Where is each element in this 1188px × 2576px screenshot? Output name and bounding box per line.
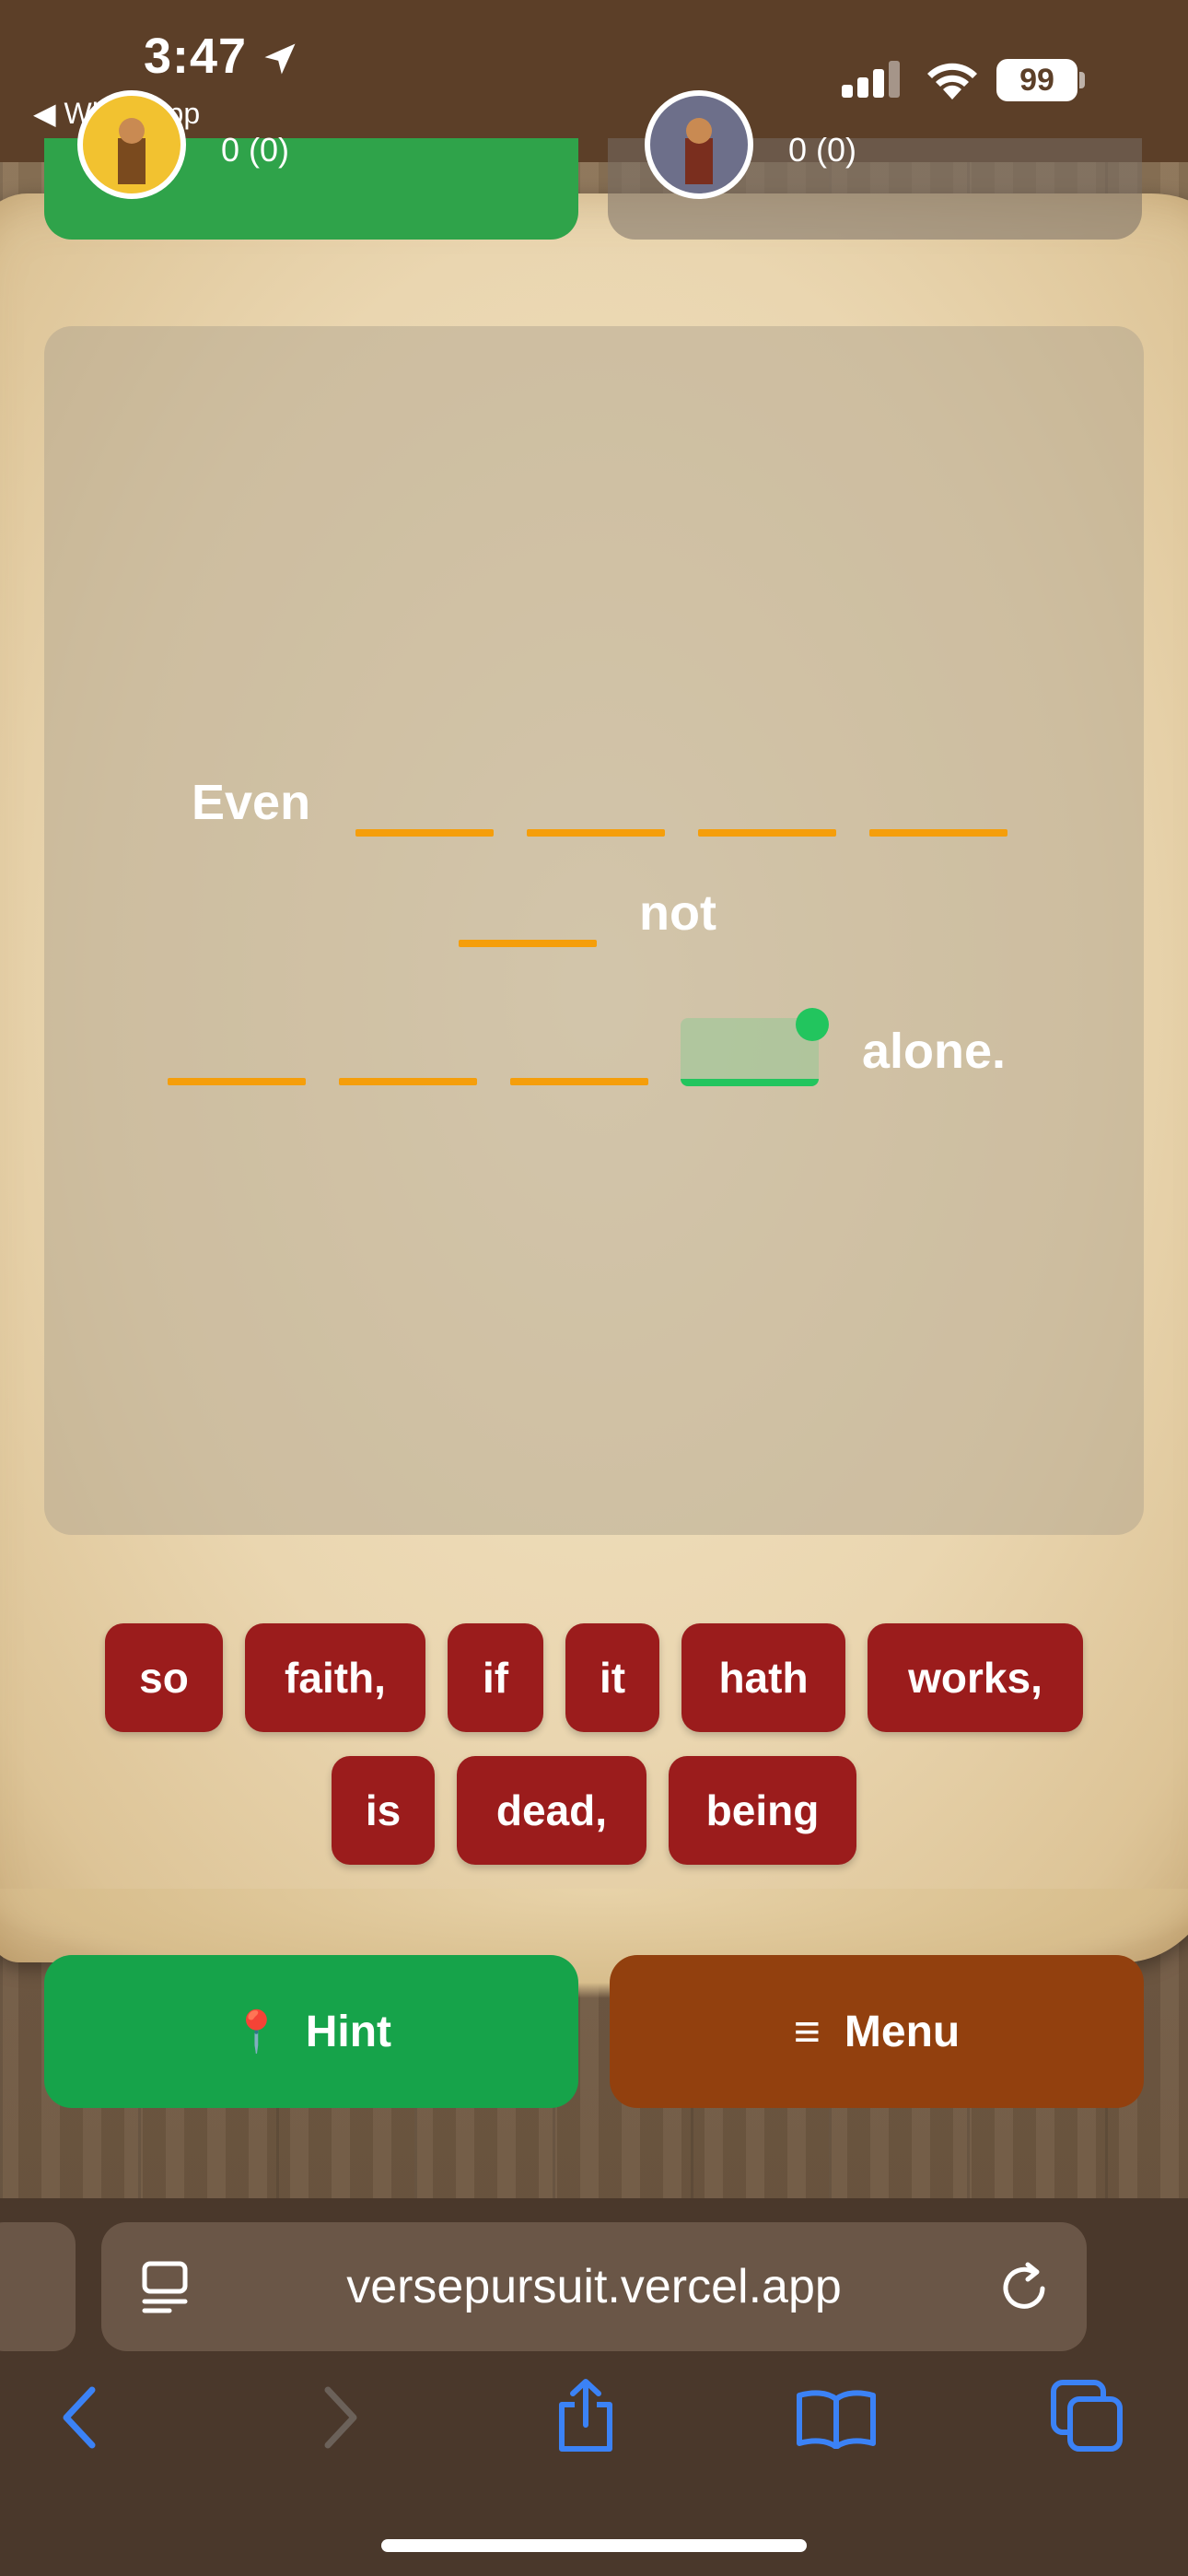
verse-word: not <box>639 885 716 941</box>
clock: 3:47 <box>144 29 248 84</box>
cellular-signal-icon <box>842 61 900 98</box>
word-chip[interactable]: it <box>565 1623 659 1732</box>
player-avatar-icon <box>118 118 146 184</box>
verse-blank[interactable] <box>510 1078 648 1085</box>
wifi-icon <box>927 63 977 100</box>
forward-icon[interactable] <box>313 2384 365 2451</box>
word-chip[interactable]: hath <box>681 1623 845 1732</box>
player-1-avatar <box>77 90 186 199</box>
word-chip[interactable]: if <box>448 1623 543 1732</box>
verse-blank[interactable] <box>168 1078 306 1085</box>
player-card-2: 0 (0) <box>608 90 1142 240</box>
verse-blank[interactable] <box>459 940 597 947</box>
tabs-icon[interactable] <box>1050 2379 1125 2453</box>
share-icon[interactable] <box>553 2377 619 2454</box>
verse-word: alone. <box>862 1024 1007 1079</box>
verse-blank[interactable] <box>527 829 665 837</box>
location-arrow-icon <box>264 43 296 75</box>
previous-tab-preview[interactable] <box>0 2222 76 2351</box>
verse-panel <box>44 326 1144 1535</box>
reload-icon[interactable] <box>1000 2261 1052 2314</box>
battery-indicator: 99 <box>996 59 1077 101</box>
hint-label: Hint <box>305 2007 392 2056</box>
word-chip[interactable]: being <box>669 1756 856 1865</box>
word-chip[interactable]: so <box>105 1623 223 1732</box>
verse-blank[interactable] <box>869 829 1007 837</box>
menu-label: Menu <box>844 2007 961 2056</box>
menu-button[interactable]: ≡ Menu <box>610 1955 1144 2108</box>
verse-word: Even <box>192 775 311 830</box>
back-icon[interactable] <box>55 2384 107 2451</box>
player-2-avatar <box>645 90 753 199</box>
active-slot-indicator <box>796 1008 829 1041</box>
player-1-score: 0 (0) <box>221 131 290 169</box>
verse-blank[interactable] <box>339 1078 477 1085</box>
word-chip[interactable]: dead, <box>457 1756 646 1865</box>
player-card-1: 0 (0) <box>44 90 578 240</box>
verse-blank[interactable] <box>698 829 836 837</box>
word-chip[interactable]: faith, <box>245 1623 425 1732</box>
verse-blank[interactable] <box>355 829 494 837</box>
word-chip[interactable]: works, <box>868 1623 1083 1732</box>
player-2-score: 0 (0) <box>788 131 857 169</box>
battery-nub <box>1079 72 1085 88</box>
word-chip[interactable]: is <box>332 1756 435 1865</box>
home-indicator[interactable] <box>381 2539 807 2552</box>
menu-icon: ≡ <box>793 2006 821 2057</box>
hint-button[interactable]: 📍 Hint <box>44 1955 578 2108</box>
opponent-avatar-icon <box>685 118 713 184</box>
address-bar[interactable]: versepursuit.vercel.app <box>101 2222 1087 2351</box>
pin-icon: 📍 <box>230 2009 282 2055</box>
bookmarks-icon[interactable] <box>796 2388 877 2449</box>
url-text: versepursuit.vercel.app <box>346 2260 842 2313</box>
